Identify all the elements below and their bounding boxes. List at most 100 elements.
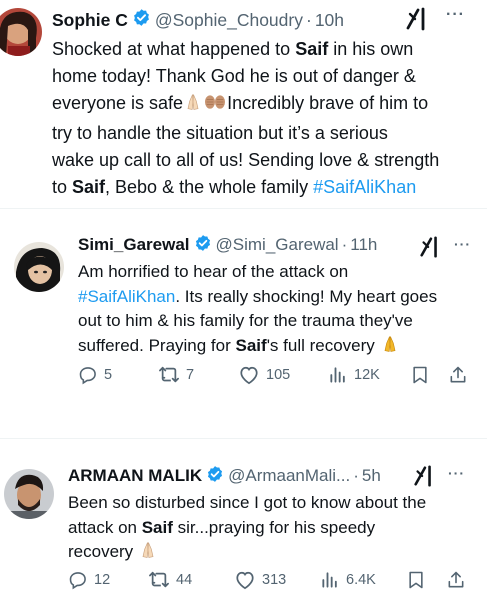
verified-badge-icon — [132, 8, 151, 32]
repost-button[interactable]: 44 — [148, 570, 192, 590]
tweet-text-line: out to him & his family for the trauma t… — [78, 309, 437, 334]
display-name[interactable]: Simi_Garewal — [78, 235, 190, 255]
views-button[interactable]: 12K — [328, 365, 380, 385]
text-run: 's full recovery — [266, 335, 380, 355]
views-count: 6.4K — [346, 572, 376, 588]
tweet-text-line: Been so disturbed since I got to know ab… — [68, 491, 426, 516]
repost-count: 44 — [176, 572, 193, 588]
tweet-text-line: recovery — [68, 540, 426, 568]
tweet-text: Am horrified to hear of the attack on #Sa… — [78, 260, 437, 361]
tweet-text-line: #SaifAliKhan. Its really shocking! My he… — [78, 285, 437, 310]
tweet-header: Simi_Garewal @Simi_Garewal · 11h — [78, 234, 377, 256]
reply-count: 5 — [104, 367, 113, 383]
tweet-text-line: attack on Saif sir...praying for his spe… — [68, 516, 426, 541]
tweet-sophie[interactable]: Sophie C @Sophie_Choudry · 10h ··· Shock… — [0, 0, 487, 200]
verified-badge-icon — [194, 234, 212, 257]
bold-mention: Saif — [141, 517, 173, 537]
tweet-armaan[interactable]: ARMAAN MALIK @ArmaanMali... · 5h ··· Bee… — [0, 455, 487, 603]
like-button[interactable]: 313 — [234, 570, 286, 590]
hug-emoji-icon — [203, 92, 227, 120]
grok-icon[interactable] — [412, 464, 436, 493]
more-icon[interactable]: ··· — [448, 465, 465, 481]
tweet-text-line: home today! Thank God he is out of dange… — [52, 63, 439, 90]
handle[interactable]: @Sophie_Choudry — [155, 10, 303, 31]
like-count: 105 — [266, 367, 291, 383]
text-run: recovery — [68, 542, 138, 561]
like-count: 313 — [262, 572, 287, 588]
views-icon — [330, 367, 345, 383]
more-icon[interactable]: ··· — [454, 236, 471, 252]
text-run: out to him & his family for the trauma t… — [78, 311, 413, 330]
tweet-text: Been so disturbed since I got to know ab… — [68, 491, 426, 568]
avatar[interactable] — [4, 469, 54, 519]
repost-icon — [149, 571, 169, 588]
tweet-text-line: try to handle the situation but it’s a s… — [52, 120, 439, 147]
timestamp[interactable]: 11h — [350, 235, 377, 255]
text-run: try to handle the situation but it’s a s… — [52, 123, 388, 143]
tweet-text: Shocked at what happened to Saif in his … — [52, 36, 439, 201]
bookmark-button[interactable] — [406, 570, 426, 590]
action-bar: 12 44 313 6.4K — [68, 569, 478, 591]
tweet-header: Sophie C @Sophie_Choudry · 10h — [52, 8, 344, 32]
hashtag-link[interactable]: #SaifAliKhan — [78, 287, 175, 306]
text-run: suffered. Praying for — [78, 335, 236, 355]
text-run: Incredibly brave of him to — [227, 93, 429, 113]
text-run: sir...praying for his speedy — [172, 517, 376, 537]
pray-gold-emoji-icon — [380, 334, 400, 362]
avatar[interactable] — [0, 8, 42, 56]
hashtag-link[interactable]: #SaifAliKhan — [313, 177, 416, 197]
text-run: attack on — [68, 517, 142, 537]
bookmark-icon — [413, 366, 427, 384]
views-icon — [322, 572, 337, 588]
text-run: in his own — [328, 39, 414, 59]
share-icon — [450, 366, 466, 383]
action-bar: 5 7 105 12K — [78, 364, 478, 386]
tweet-simi[interactable]: Simi_Garewal @Simi_Garewal · 11h ··· Am … — [0, 226, 487, 406]
pray-emoji-icon — [183, 92, 203, 120]
tweet-text-line: suffered. Praying for Saif's full recove… — [78, 334, 437, 362]
views-count: 12K — [354, 367, 380, 383]
text-run: everyone is safe — [52, 93, 184, 113]
tweet-text-line: everyone is safe Incredibly brave of him … — [52, 90, 439, 120]
timestamp[interactable]: 5h — [362, 466, 381, 486]
repost-count: 7 — [186, 367, 195, 383]
like-icon — [240, 366, 258, 385]
share-button[interactable] — [446, 570, 466, 590]
bookmark-icon — [409, 571, 423, 589]
tweet-text-line: Am horrified to hear of the attack on — [78, 260, 437, 285]
timestamp[interactable]: 10h — [315, 10, 344, 31]
reply-button[interactable]: 12 — [68, 570, 110, 590]
text-run: Shocked at what happened to — [52, 39, 296, 59]
more-icon[interactable]: ··· — [446, 6, 465, 24]
grok-icon[interactable] — [404, 6, 430, 37]
reply-button[interactable]: 5 — [78, 365, 112, 385]
divider — [0, 438, 487, 439]
separator-dot: · — [353, 466, 359, 485]
bold-mention: Saif — [72, 177, 106, 197]
share-button[interactable] — [448, 365, 468, 385]
handle[interactable]: @ArmaanMali... — [228, 466, 350, 486]
separator-dot: · — [341, 235, 348, 254]
views-button[interactable]: 6.4K — [320, 570, 376, 590]
text-run: Been so disturbed since I got to know ab… — [68, 493, 427, 512]
pray-emoji-icon — [138, 540, 158, 568]
tweet-text-line: wake up call to all of us! Sending love … — [52, 147, 439, 174]
bookmark-button[interactable] — [410, 365, 430, 385]
reply-icon — [69, 572, 86, 590]
bold-mention: Saif — [295, 39, 329, 59]
like-button[interactable]: 105 — [238, 365, 290, 385]
repost-button[interactable]: 7 — [158, 365, 194, 385]
display-name[interactable]: ARMAAN MALIK — [68, 466, 202, 486]
display-name[interactable]: Sophie C — [52, 10, 128, 31]
like-icon — [236, 571, 254, 590]
text-run: wake up call to all of us! Sending love … — [52, 150, 440, 170]
bold-mention: Saif — [235, 335, 267, 355]
tweet-header: ARMAAN MALIK @ArmaanMali... · 5h — [68, 465, 381, 487]
tweet-text-line: to Saif, Bebo & the whole family #SaifAl… — [52, 174, 439, 201]
avatar[interactable] — [14, 242, 64, 292]
separator-dot: · — [305, 9, 312, 30]
handle[interactable]: @Simi_Garewal — [216, 235, 339, 255]
text-run: , Bebo & the whole family — [105, 177, 314, 197]
verified-badge-icon — [206, 465, 224, 488]
reply-icon — [79, 367, 96, 385]
